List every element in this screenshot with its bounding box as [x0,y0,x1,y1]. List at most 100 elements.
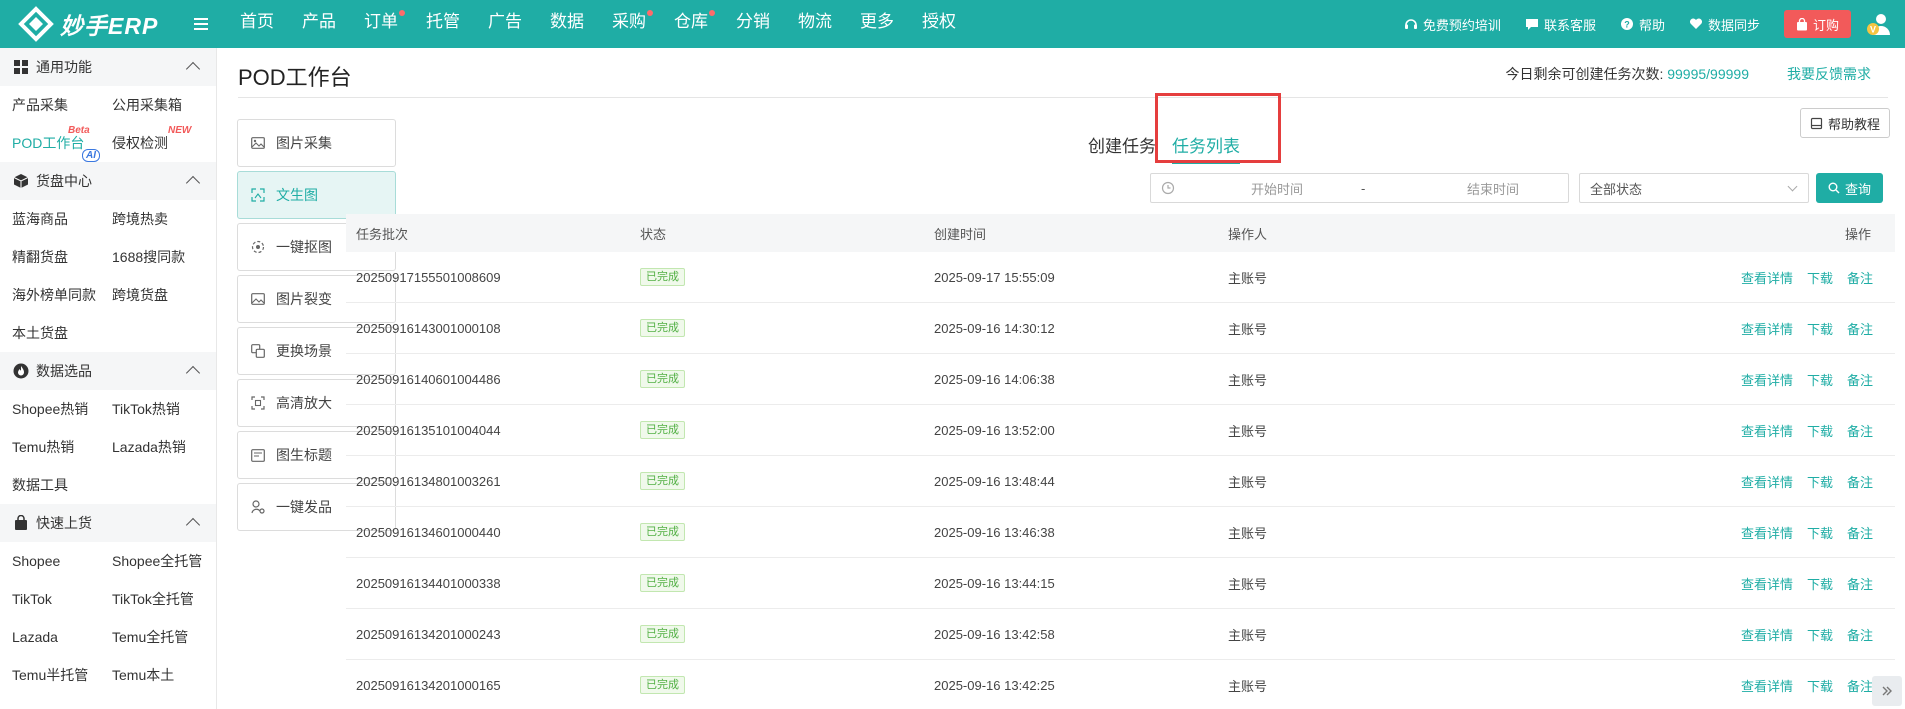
note-link[interactable]: 备注 [1847,676,1873,695]
view-detail-link[interactable]: 查看详情 [1741,421,1793,440]
download-link[interactable]: 下载 [1807,421,1833,440]
nav-item[interactable]: 仓库 [660,0,722,48]
upscale-icon [250,395,266,411]
query-button[interactable]: 查询 [1816,173,1883,203]
note-link[interactable]: 备注 [1847,472,1873,491]
sidebar-item-label: Temu全托管 [112,629,189,645]
download-link[interactable]: 下载 [1807,574,1833,593]
sidebar-item[interactable]: 跨境货盘 [112,276,216,314]
sidebar-item[interactable]: TikTok热销 [112,390,216,428]
avatar[interactable]: V [1865,10,1893,38]
nav-item[interactable]: 订单 [350,0,412,48]
sidebar-item[interactable]: 海外榜单同款 [12,276,112,314]
operator-cell: 主账号 [1228,270,1268,286]
view-detail-link[interactable]: 查看详情 [1741,676,1793,695]
download-link[interactable]: 下载 [1807,523,1833,542]
sidebar-section-header[interactable]: 数据选品 [0,352,216,390]
chevron-up-icon[interactable] [185,61,201,77]
nav-item[interactable]: 托管 [412,0,474,48]
nav-item[interactable]: 采购 [598,0,660,48]
sidebar-item[interactable]: Shopee热销 [12,390,112,428]
sidebar-item[interactable]: Temu全托管 [112,618,216,656]
batch-cell: 20250916140601004486 [356,371,501,387]
nav-item[interactable]: 广告 [474,0,536,48]
view-detail-link[interactable]: 查看详情 [1741,268,1793,287]
download-link[interactable]: 下载 [1807,676,1833,695]
view-detail-link[interactable]: 查看详情 [1741,319,1793,338]
sidebar-item-label: Lazada热销 [112,439,186,455]
nav-item[interactable]: 首页 [226,0,288,48]
date-range-picker[interactable]: 开始时间 - 结束时间 [1150,173,1569,203]
sidebar-item[interactable]: 蓝海商品 [12,200,112,238]
note-link[interactable]: 备注 [1847,268,1873,287]
sidebar-section-label: 通用功能 [36,59,92,75]
free-training-link[interactable]: 免费预约培训 [1404,15,1501,34]
sidebar-item[interactable]: POD工作台 Beta AI [12,124,112,162]
download-link[interactable]: 下载 [1807,370,1833,389]
nav-item[interactable]: 分销 [722,0,784,48]
help-link[interactable]: ? 帮助 [1620,15,1665,34]
sidebar-item[interactable]: Temu本土 [112,656,216,694]
help-tutorial-button[interactable]: 帮助教程 [1799,108,1890,138]
note-link[interactable]: 备注 [1847,370,1873,389]
view-detail-link[interactable]: 查看详情 [1741,370,1793,389]
sidebar-item[interactable]: 侵权检测 NEW [112,124,216,162]
sidebar-item[interactable]: TikTok [12,580,112,618]
tool-label: 文生图 [276,187,318,203]
tool-item[interactable]: 图片采集 [237,119,396,167]
nav-item[interactable]: 物流 [784,0,846,48]
note-link[interactable]: 备注 [1847,625,1873,644]
status-select[interactable]: 全部状态 [1579,173,1809,203]
sidebar-section-header[interactable]: 快速上货 [0,504,216,542]
sidebar-item[interactable]: TikTok全托管 [112,580,216,618]
chevron-up-icon[interactable] [185,175,201,191]
start-date-placeholder[interactable]: 开始时间 [1227,179,1327,198]
task-quota: 今日剩余可创建任务次数: 99995/99999 [1505,64,1749,84]
chevron-up-icon[interactable] [185,517,201,533]
sidebar-section-header[interactable]: 货盘中心 [0,162,216,200]
logo[interactable]: 妙手ERP [0,0,220,48]
sidebar-item[interactable]: 本土货盘 [12,314,112,352]
actions-cell: 查看详情 下载 备注 [1522,319,1895,338]
sidebar-item[interactable]: 跨境热卖 [112,200,216,238]
download-link[interactable]: 下载 [1807,625,1833,644]
order-button[interactable]: 订购 [1783,10,1851,38]
sidebar-item[interactable]: 1688搜同款 [112,238,216,276]
download-link[interactable]: 下载 [1807,472,1833,491]
nav-item[interactable]: 授权 [908,0,970,48]
sidebar-item[interactable]: 精翻货盘 [12,238,112,276]
download-link[interactable]: 下载 [1807,319,1833,338]
collapse-panel-button[interactable] [1872,676,1902,706]
sidebar-section-header[interactable]: 通用功能 [0,48,216,86]
menu-toggle-icon[interactable] [194,14,214,34]
support-link[interactable]: 联系客服 [1525,15,1596,34]
sidebar-item[interactable]: 公用采集箱 [112,86,216,124]
sidebar-item[interactable]: 产品采集 [12,86,112,124]
view-detail-link[interactable]: 查看详情 [1741,574,1793,593]
actions-cell: 查看详情 下载 备注 [1522,676,1895,695]
nav-item[interactable]: 更多 [846,0,908,48]
note-link[interactable]: 备注 [1847,421,1873,440]
nav-item[interactable]: 数据 [536,0,598,48]
tool-item[interactable]: 文生图 [237,171,396,219]
tab-create-task[interactable]: 创建任务 [1080,128,1164,170]
feedback-link[interactable]: 我要反馈需求 [1787,64,1871,84]
view-detail-link[interactable]: 查看详情 [1741,625,1793,644]
sidebar-item[interactable]: Temu热销 [12,428,112,466]
end-date-placeholder[interactable]: 结束时间 [1443,179,1543,198]
note-link[interactable]: 备注 [1847,523,1873,542]
download-link[interactable]: 下载 [1807,268,1833,287]
sidebar-item[interactable]: Shopee全托管 [112,542,216,580]
view-detail-link[interactable]: 查看详情 [1741,472,1793,491]
note-link[interactable]: 备注 [1847,574,1873,593]
sidebar-item[interactable]: Temu半托管 [12,656,112,694]
sidebar-item[interactable]: Lazada热销 [112,428,216,466]
chevron-up-icon[interactable] [185,365,201,381]
sidebar-item[interactable]: Shopee [12,542,112,580]
view-detail-link[interactable]: 查看详情 [1741,523,1793,542]
note-link[interactable]: 备注 [1847,319,1873,338]
data-sync-link[interactable]: 数据同步 [1689,15,1760,34]
sidebar-item[interactable]: 数据工具 [12,466,112,504]
sidebar-item[interactable]: Lazada [12,618,112,656]
nav-item[interactable]: 产品 [288,0,350,48]
